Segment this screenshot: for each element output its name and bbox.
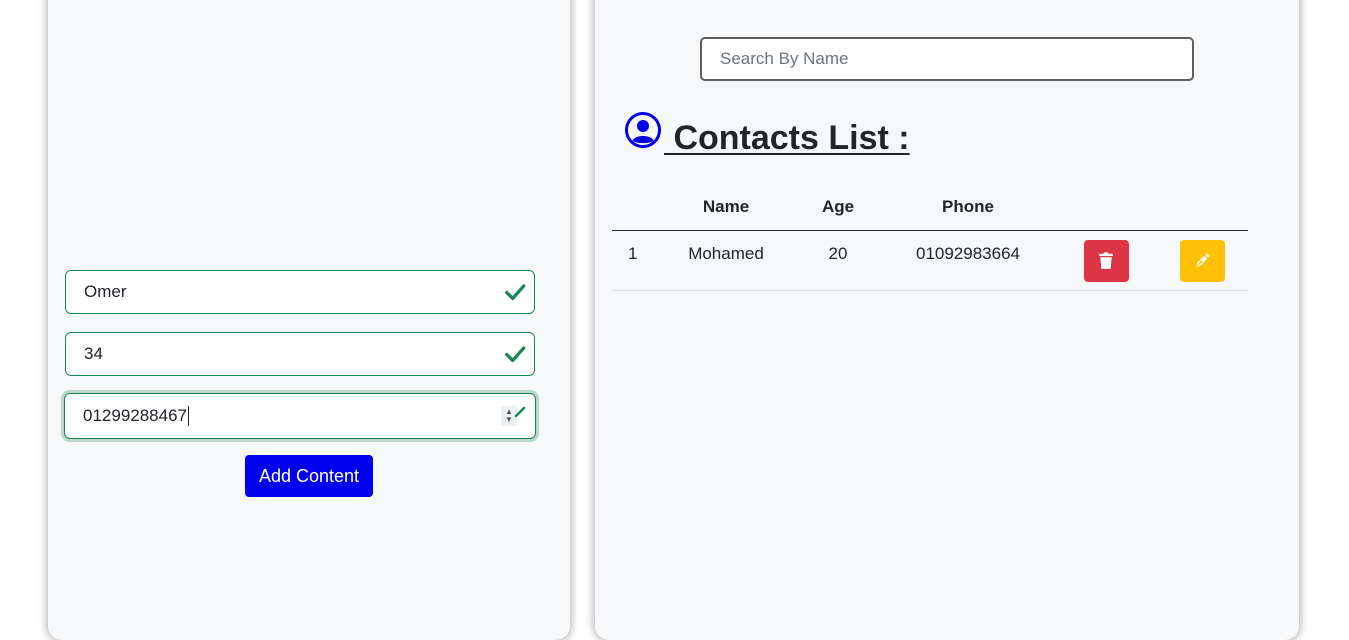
- pen-icon: [1194, 252, 1210, 268]
- name-input-value: Omer: [84, 282, 127, 301]
- search-input[interactable]: [700, 37, 1194, 81]
- user-circle-icon: [625, 112, 661, 148]
- row-age: 20: [796, 230, 880, 291]
- add-contact-panel: Omer 34 01299288467 ▲ ▼ Add Content: [48, 0, 570, 640]
- contacts-table: Name Age Phone 1 Mohamed 20 01092983664: [612, 185, 1248, 291]
- delete-button[interactable]: [1083, 239, 1129, 282]
- trash-icon: [1099, 251, 1113, 269]
- column-header-age: Age: [796, 185, 880, 231]
- column-header-name: Name: [656, 185, 796, 231]
- row-delete-cell: [1056, 230, 1156, 291]
- contacts-heading: Contacts List :: [624, 111, 910, 158]
- add-content-button[interactable]: Add Content: [245, 455, 373, 497]
- row-edit-cell: [1156, 230, 1248, 291]
- valid-check-icon: [505, 346, 526, 363]
- row-index: 1: [612, 230, 656, 291]
- edit-button[interactable]: [1179, 239, 1225, 282]
- valid-check-icon: [514, 406, 526, 418]
- phone-input[interactable]: 01299288467 ▲ ▼: [64, 393, 536, 439]
- table-row: 1 Mohamed 20 01092983664: [612, 230, 1248, 291]
- table-header-row: Name Age Phone: [612, 185, 1248, 231]
- valid-check-icon: [505, 284, 526, 301]
- column-header-delete: [1056, 185, 1156, 231]
- age-input-value: 34: [84, 344, 103, 363]
- text-cursor: [188, 406, 190, 426]
- contacts-panel: Contacts List : Name Age Phone 1 Mohamed…: [595, 0, 1299, 640]
- column-header-index: [612, 185, 656, 231]
- age-input[interactable]: 34: [65, 332, 535, 376]
- column-header-phone: Phone: [880, 185, 1056, 231]
- row-name: Mohamed: [656, 230, 796, 291]
- row-phone: 01092983664: [880, 230, 1056, 291]
- column-header-edit: [1156, 185, 1248, 231]
- name-input[interactable]: Omer: [65, 270, 535, 314]
- phone-input-value: 01299288467: [83, 406, 188, 425]
- spinner-down-icon[interactable]: ▼: [505, 416, 513, 424]
- page-title: Contacts List :: [664, 119, 910, 157]
